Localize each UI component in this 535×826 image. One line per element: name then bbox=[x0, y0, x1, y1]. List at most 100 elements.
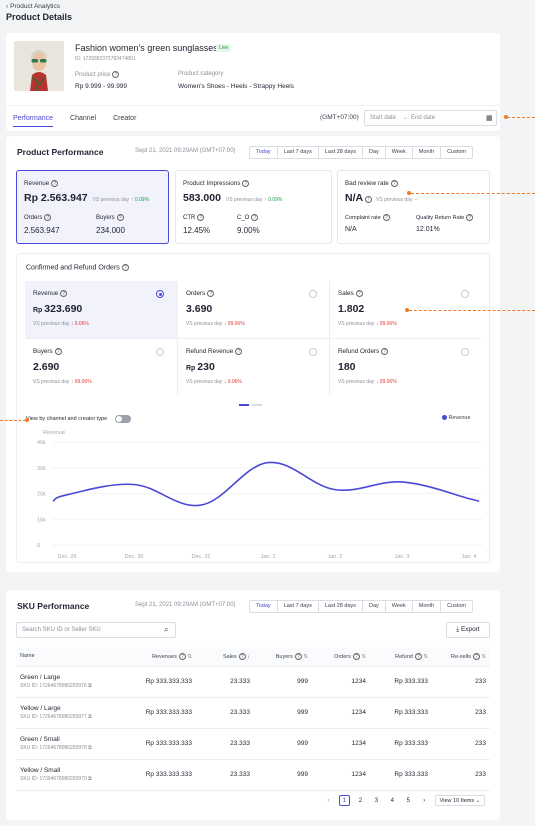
help-icon[interactable]: ? bbox=[414, 652, 422, 660]
range-today[interactable]: Today bbox=[250, 147, 278, 158]
export-button[interactable]: ⤓ Export bbox=[446, 622, 490, 638]
tab-performance[interactable]: Performance bbox=[13, 115, 54, 127]
table-row[interactable]: Green / Large SKU ID: 17264678980283976 ⧉… bbox=[16, 666, 490, 698]
next-page-icon[interactable]: › bbox=[419, 795, 430, 806]
impressions-metric-card[interactable]: Product Impressions? 583.000 VS previous… bbox=[175, 170, 332, 244]
range-month[interactable]: Month bbox=[413, 147, 442, 158]
bad-review-metric-card[interactable]: Bad review rate? N/A! VS previous day --… bbox=[337, 170, 490, 244]
range-day[interactable]: Day bbox=[363, 147, 386, 158]
help-icon[interactable]: ? bbox=[355, 290, 363, 297]
table-row[interactable]: Yellow / Small SKU ID: 17394678980283979 … bbox=[16, 759, 490, 791]
sort-icon[interactable]: ⇅ bbox=[361, 654, 366, 660]
col-resells[interactable]: Re-sells? ⇅ bbox=[432, 647, 490, 667]
tab-creator[interactable]: Creator bbox=[113, 115, 136, 122]
page-4[interactable]: 4 bbox=[387, 795, 398, 806]
breadcrumb-label[interactable]: Product Analytics bbox=[10, 3, 60, 10]
help-icon[interactable]: ? bbox=[121, 264, 129, 271]
info-icon[interactable]: ! bbox=[365, 195, 373, 203]
help-icon[interactable]: ? bbox=[238, 652, 246, 660]
impressions-label: Product Impressions? bbox=[183, 180, 324, 187]
revenue-metric-card[interactable]: Revenue? Rp 2.563.947 VS previous day ↑ … bbox=[16, 170, 169, 244]
page-1[interactable]: 1 bbox=[338, 795, 350, 806]
range-last-7-days[interactable]: Last 7 days bbox=[278, 601, 319, 612]
col-orders[interactable]: Orders? ⇅ bbox=[312, 647, 370, 667]
back-chevron-icon[interactable]: ‹ bbox=[6, 3, 8, 10]
table-row[interactable]: Yellow / Large SKU ID: 17264678980283977 … bbox=[16, 697, 490, 729]
range-last-28-days[interactable]: Last 28 days bbox=[319, 601, 364, 612]
help-icon[interactable]: ? bbox=[242, 180, 250, 187]
sort-icon[interactable]: ⇅ bbox=[423, 654, 428, 660]
help-icon[interactable]: ? bbox=[382, 214, 390, 221]
page-size-select[interactable]: View 10 Items ⌄ bbox=[434, 795, 486, 806]
page-3[interactable]: 3 bbox=[371, 795, 382, 806]
range-today[interactable]: Today bbox=[250, 601, 278, 612]
sort-icon[interactable]: ⇅ bbox=[303, 654, 308, 660]
sort-desc-icon[interactable]: ↓ bbox=[247, 654, 250, 660]
range-week[interactable]: Week bbox=[386, 601, 413, 612]
copy-icon[interactable]: ⧉ bbox=[88, 776, 92, 782]
help-icon[interactable]: ? bbox=[381, 348, 389, 355]
order-card-revenue[interactable]: Revenue? Rp 323.690 VS previous day ↓ 9.… bbox=[25, 281, 177, 338]
col-sales[interactable]: Sales? ↓ bbox=[196, 647, 254, 667]
breadcrumb[interactable]: ‹ Product Analytics bbox=[6, 3, 60, 10]
prev-page-icon[interactable]: ‹ bbox=[323, 795, 334, 806]
sku-table: Name Revenues? ⇅ Sales? ↓ Buyers? ⇅ Orde… bbox=[16, 647, 490, 791]
help-icon[interactable]: ? bbox=[116, 214, 124, 221]
orders-radio[interactable] bbox=[309, 290, 317, 298]
buyers-radio[interactable] bbox=[156, 348, 164, 356]
order-card-orders[interactable]: Orders? 3.690 VS previous day ↓ 99.06% bbox=[177, 281, 329, 338]
page-2[interactable]: 2 bbox=[355, 795, 366, 806]
carousel-dot-active[interactable] bbox=[239, 404, 249, 406]
range-month[interactable]: Month bbox=[413, 601, 442, 612]
help-icon[interactable]: ? bbox=[51, 180, 59, 187]
sku-search-input[interactable]: Search SKU ID or Seller SKU ⌕ bbox=[16, 622, 176, 638]
col-buyers[interactable]: Buyers? ⇅ bbox=[254, 647, 312, 667]
refund-orders-radio[interactable] bbox=[461, 348, 469, 356]
range-day[interactable]: Day bbox=[363, 601, 386, 612]
page-5[interactable]: 5 bbox=[403, 795, 414, 806]
tab-channel[interactable]: Channel bbox=[70, 115, 96, 122]
col-refund[interactable]: Refund? ⇅ bbox=[370, 647, 432, 667]
help-icon[interactable]: ? bbox=[466, 214, 474, 221]
start-date-input[interactable]: Start date bbox=[370, 115, 396, 121]
help-icon[interactable]: ? bbox=[235, 348, 243, 355]
copy-icon[interactable]: ⧉ bbox=[88, 745, 92, 751]
view-by-channel-toggle[interactable] bbox=[115, 415, 131, 423]
date-range-picker[interactable]: Start date → End date ▦ bbox=[364, 110, 497, 126]
help-icon[interactable]: ? bbox=[390, 180, 398, 187]
copy-icon[interactable]: ⧉ bbox=[88, 683, 92, 689]
help-icon[interactable]: ? bbox=[112, 71, 120, 78]
order-card-refund-revenue[interactable]: Refund Revenue? Rp 230 VS previous day ↓… bbox=[177, 338, 329, 395]
revenue-radio[interactable] bbox=[156, 290, 164, 298]
refund-revenue-radio[interactable] bbox=[309, 348, 317, 356]
sales-radio[interactable] bbox=[461, 290, 469, 298]
copy-icon[interactable]: ⧉ bbox=[88, 714, 92, 720]
range-last-28-days[interactable]: Last 28 days bbox=[319, 147, 364, 158]
calendar-icon[interactable]: ▦ bbox=[486, 114, 493, 122]
help-icon[interactable]: ? bbox=[207, 290, 215, 297]
range-custom[interactable]: Custom bbox=[441, 601, 472, 612]
end-date-input[interactable]: End date bbox=[411, 115, 435, 121]
range-custom[interactable]: Custom bbox=[441, 147, 472, 158]
sort-icon[interactable]: ⇅ bbox=[481, 654, 486, 660]
range-last-7-days[interactable]: Last 7 days bbox=[278, 147, 319, 158]
help-icon[interactable]: ? bbox=[178, 652, 186, 660]
help-icon[interactable]: ? bbox=[197, 214, 205, 221]
carousel-dot[interactable] bbox=[252, 404, 262, 406]
table-row[interactable]: Green / Small SKU ID: 17264678980283978 ⧉… bbox=[16, 728, 490, 760]
help-icon[interactable]: ? bbox=[352, 652, 360, 660]
range-week[interactable]: Week bbox=[386, 147, 413, 158]
help-icon[interactable]: ? bbox=[54, 348, 62, 355]
search-icon[interactable]: ⌕ bbox=[164, 625, 168, 635]
annotation-dot bbox=[504, 115, 508, 119]
help-icon[interactable]: ? bbox=[60, 290, 68, 297]
col-revenues[interactable]: Revenues? ⇅ bbox=[124, 647, 196, 667]
sort-icon[interactable]: ⇅ bbox=[187, 654, 192, 660]
order-card-buyers[interactable]: Buyers? 2.690 VS previous day ↓ 99.06% bbox=[25, 338, 177, 395]
help-icon[interactable]: ? bbox=[294, 652, 302, 660]
order-card-refund-orders[interactable]: Refund Orders? 180 VS previous day ↓ 99.… bbox=[329, 338, 482, 395]
help-icon[interactable]: ? bbox=[251, 214, 259, 221]
help-icon[interactable]: ? bbox=[472, 652, 480, 660]
annotation-connector bbox=[507, 117, 535, 118]
help-icon[interactable]: ? bbox=[44, 214, 52, 221]
